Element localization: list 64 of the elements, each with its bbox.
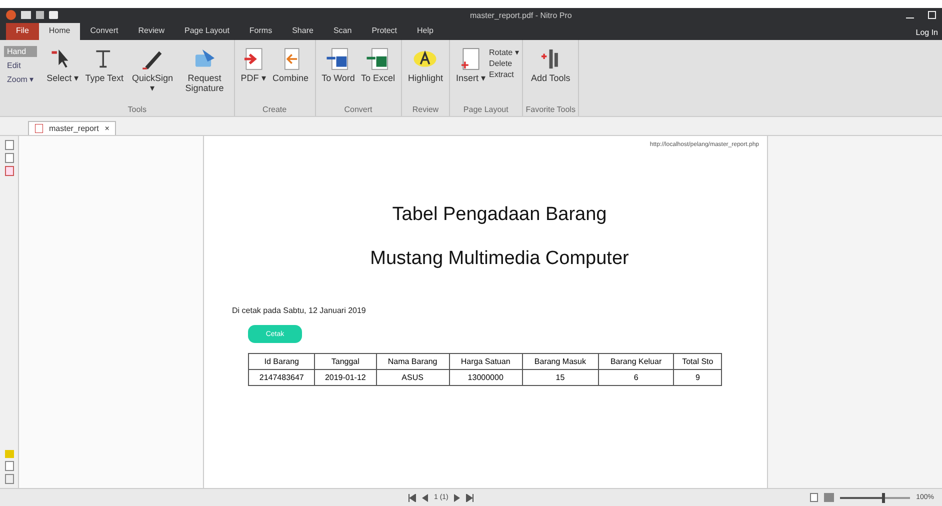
document-tab[interactable]: master_report × bbox=[28, 121, 116, 135]
table-cell: 2147483647 bbox=[248, 370, 315, 386]
ribbon-button[interactable]: PDF ▾ bbox=[238, 44, 270, 86]
column-header: Total Sto bbox=[674, 354, 722, 370]
column-header: Harga Satuan bbox=[449, 354, 522, 370]
next-page-icon[interactable] bbox=[454, 494, 460, 502]
menu-tab[interactable]: Convert bbox=[80, 23, 128, 40]
close-icon[interactable]: × bbox=[104, 124, 110, 133]
mode-button[interactable]: Zoom ▾ bbox=[4, 74, 37, 85]
bookmark-icon[interactable] bbox=[4, 166, 14, 176]
column-header: Barang Masuk bbox=[522, 354, 598, 370]
ribbon-menu-item[interactable]: Delete bbox=[489, 59, 519, 68]
ribbon-button[interactable]: To Excel bbox=[358, 44, 398, 86]
login-link[interactable]: Log In bbox=[912, 25, 942, 40]
ribbon-button[interactable]: Select ▾ bbox=[44, 44, 82, 86]
single-page-icon[interactable] bbox=[810, 493, 818, 502]
table-cell: 9 bbox=[674, 370, 722, 386]
table-cell: 15 bbox=[522, 370, 598, 386]
group-label: Tools bbox=[128, 105, 146, 114]
report-title: Tabel Pengadaan Barang bbox=[392, 204, 607, 226]
continuous-page-icon[interactable] bbox=[824, 493, 834, 502]
ribbon-button[interactable]: Combine bbox=[270, 44, 312, 86]
ribbon-button[interactable]: Highlight bbox=[404, 44, 446, 86]
previous-page-icon[interactable] bbox=[422, 494, 428, 502]
menu-tab[interactable]: Share bbox=[282, 23, 324, 40]
table-cell: 2019-01-12 bbox=[314, 370, 376, 386]
menu-tab[interactable]: Protect bbox=[362, 23, 408, 40]
menu-tab[interactable]: Page Layout bbox=[174, 23, 240, 40]
table-cell: 6 bbox=[598, 370, 674, 386]
print-date: Di cetak pada Sabtu, 12 Januari 2019 bbox=[232, 306, 367, 315]
group-label: Favorite Tools bbox=[526, 105, 576, 114]
ribbon-button[interactable]: Insert ▾ bbox=[452, 44, 489, 86]
window-title: master_report.pdf - Nitro Pro bbox=[470, 10, 572, 20]
maximize-icon[interactable] bbox=[928, 11, 936, 19]
menu-tab[interactable]: Home bbox=[38, 23, 80, 40]
last-page-icon[interactable] bbox=[466, 494, 474, 502]
menu-tab[interactable]: Help bbox=[407, 23, 444, 40]
menu-tab[interactable]: Review bbox=[128, 23, 174, 40]
column-header: Barang Keluar bbox=[598, 354, 674, 370]
group-label: Review bbox=[412, 105, 439, 114]
group-label: Create bbox=[262, 105, 287, 114]
ribbon-button[interactable]: Request Signature bbox=[178, 44, 231, 96]
page-icon[interactable] bbox=[4, 461, 14, 471]
ribbon-menu-item[interactable]: Extract bbox=[489, 70, 519, 79]
table-cell: ASUS bbox=[376, 370, 450, 386]
ribbon-button[interactable]: QuickSign ▾ bbox=[126, 44, 179, 96]
group-label: Convert bbox=[344, 105, 372, 114]
column-header: Id Barang bbox=[248, 354, 315, 370]
column-header: Nama Barang bbox=[376, 354, 450, 370]
ribbon-button[interactable]: To Word bbox=[318, 44, 358, 86]
group-label: Page Layout bbox=[463, 105, 508, 114]
report-subtitle: Mustang Multimedia Computer bbox=[370, 248, 629, 270]
pdf-file-icon bbox=[35, 124, 43, 133]
ribbon-button[interactable]: Type Text bbox=[82, 44, 127, 86]
menu-tab[interactable]: Forms bbox=[239, 23, 282, 40]
menu-tab[interactable]: Scan bbox=[323, 23, 362, 40]
app-logo-icon bbox=[6, 10, 16, 20]
first-page-icon[interactable] bbox=[408, 494, 416, 502]
ribbon-button[interactable]: Add Tools bbox=[528, 44, 574, 86]
mode-button[interactable]: Edit bbox=[4, 60, 37, 71]
table-cell: 13000000 bbox=[449, 370, 522, 386]
menu-tab[interactable]: File bbox=[6, 23, 39, 40]
column-header: Tanggal bbox=[314, 354, 376, 370]
ribbon-menu-item[interactable]: Rotate ▾ bbox=[489, 48, 519, 57]
